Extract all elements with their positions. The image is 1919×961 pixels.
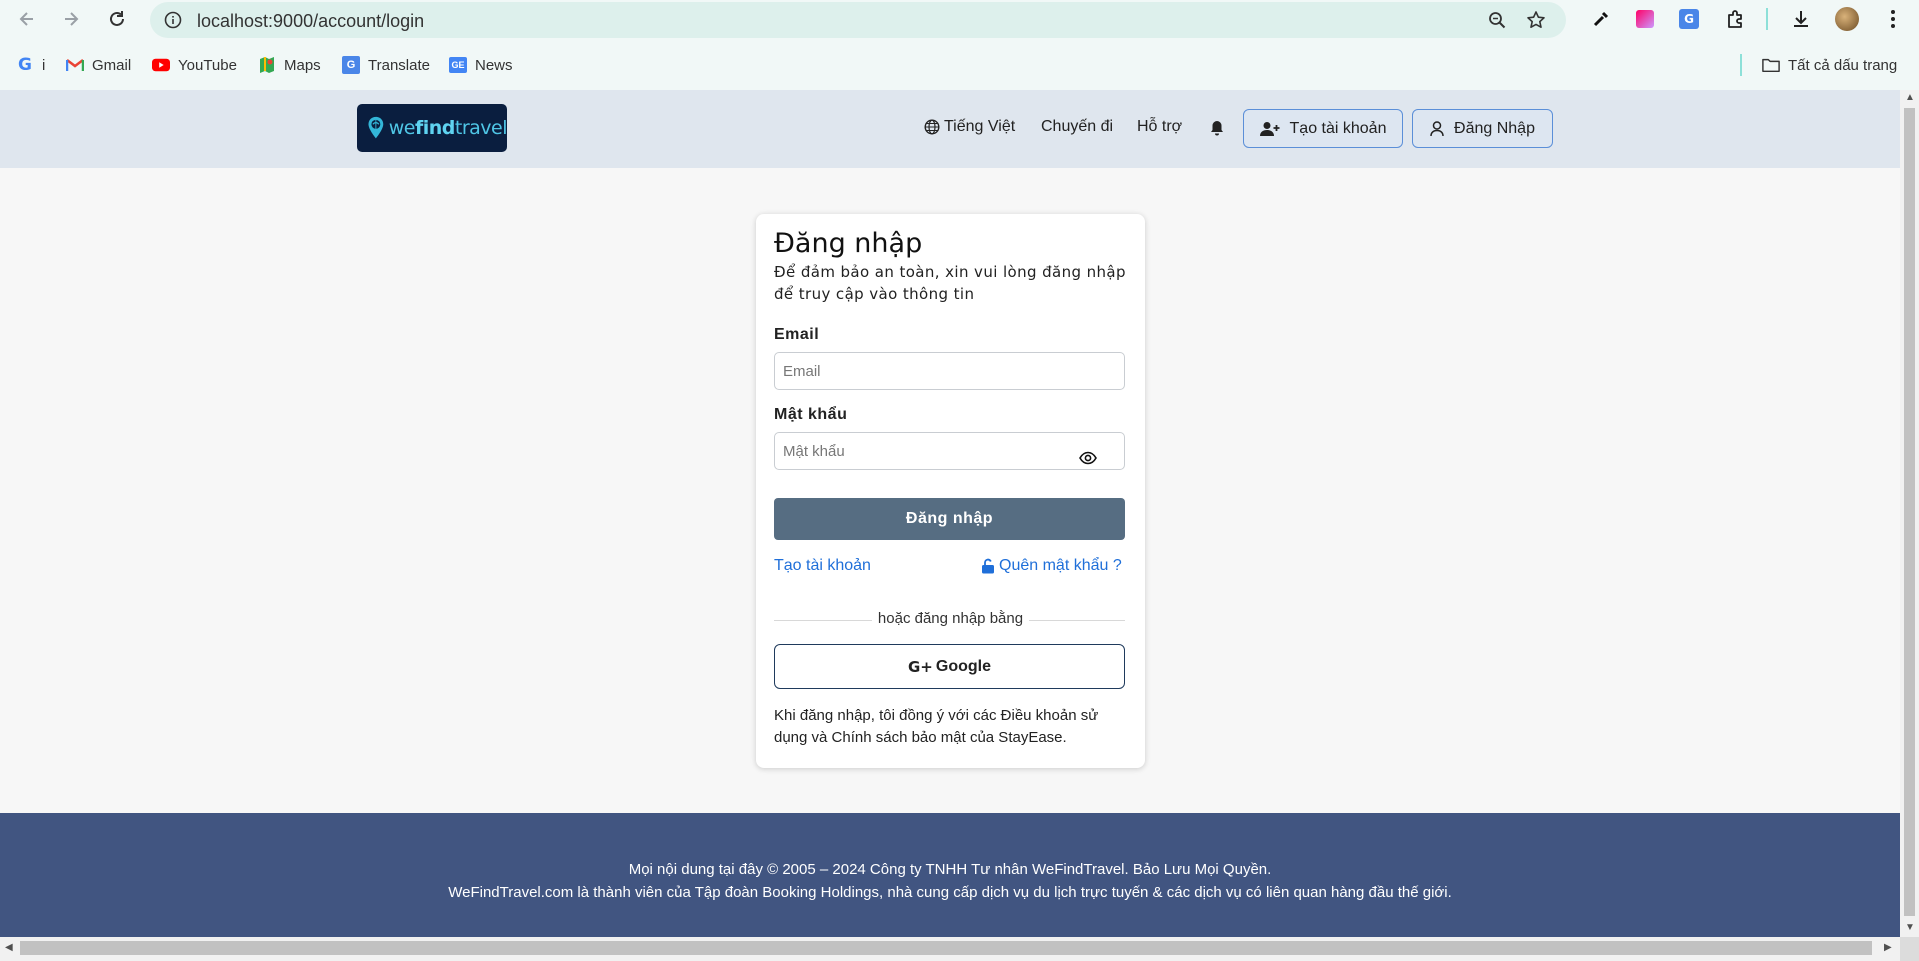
- horizontal-scroll-thumb[interactable]: [20, 941, 1872, 955]
- scroll-left-arrow-icon[interactable]: ◀: [5, 942, 13, 953]
- browser-toolbar: localhost:9000/account/login G: [0, 0, 1919, 38]
- footer-membership: WeFindTravel.com là thành viên của Tập đ…: [448, 884, 1452, 901]
- news-icon: GE: [449, 56, 467, 74]
- translate-icon: G: [342, 56, 360, 74]
- bookmark-maps[interactable]: Maps: [258, 54, 321, 76]
- nav-support[interactable]: Hỗ trợ: [1137, 118, 1182, 136]
- bookmark-label: i: [42, 56, 46, 74]
- horizontal-scrollbar[interactable]: ◀ ▶: [0, 937, 1900, 961]
- url-text[interactable]: localhost:9000/account/login: [197, 11, 424, 32]
- login-label: Đăng Nhập: [1454, 119, 1535, 137]
- forgot-password-link[interactable]: Quên mật khẩu ?: [981, 557, 1122, 575]
- bookmark-news[interactable]: GE News: [449, 54, 513, 76]
- login-button[interactable]: Đăng Nhập: [1412, 109, 1553, 148]
- divider-text: hoặc đăng nhập bằng: [756, 610, 1145, 627]
- email-label: Email: [774, 326, 820, 343]
- star-icon[interactable]: [1525, 9, 1547, 31]
- vertical-scroll-thumb[interactable]: [1904, 108, 1915, 916]
- language-selector[interactable]: Tiếng Việt: [924, 118, 1015, 136]
- folder-icon: [1762, 56, 1780, 74]
- gmail-icon: [66, 56, 84, 74]
- scroll-down-arrow-icon[interactable]: ▼: [1905, 922, 1915, 933]
- toolbar-divider: [1766, 8, 1768, 30]
- footer-copyright: Mọi nội dung tại đây © 2005 – 2024 Công …: [628, 861, 1272, 878]
- submit-login-button[interactable]: Đăng nhập: [774, 498, 1125, 540]
- bookmark-youtube[interactable]: YouTube: [152, 54, 237, 76]
- globe-icon: [924, 119, 940, 135]
- email-field[interactable]: [774, 352, 1125, 390]
- bookmark-label: Gmail: [92, 56, 132, 74]
- download-icon[interactable]: [1788, 6, 1814, 32]
- vertical-scrollbar[interactable]: ▲ ▼: [1900, 90, 1919, 937]
- unlock-icon: [982, 558, 994, 574]
- google-login-button[interactable]: G+ Google: [774, 644, 1125, 689]
- google-icon: G: [18, 55, 32, 75]
- create-account-link[interactable]: Tạo tài khoản: [774, 557, 871, 575]
- password-label: Mật khẩu: [774, 406, 848, 423]
- location-pin-icon: [368, 116, 384, 139]
- wefindtravel-logo[interactable]: wefindtravel: [357, 104, 508, 152]
- bookmark-translate[interactable]: G Translate: [342, 54, 430, 76]
- maps-icon: [258, 56, 276, 74]
- terms-text: Khi đăng nhập, tôi đồng ý với các Điều k…: [774, 707, 1099, 746]
- forgot-password-label: Quên mật khẩu ?: [999, 557, 1122, 574]
- site-info-icon[interactable]: [162, 9, 184, 31]
- nav-support-label: Hỗ trợ: [1137, 118, 1183, 135]
- google-plus-icon: G+: [908, 657, 933, 676]
- scroll-up-arrow-icon[interactable]: ▲: [1905, 92, 1915, 103]
- youtube-icon: [152, 56, 170, 74]
- nav-trips[interactable]: Chuyến đi: [1041, 118, 1113, 136]
- google-translate-ext-icon[interactable]: G: [1676, 6, 1702, 32]
- create-account-button[interactable]: Tạo tài khoản: [1243, 109, 1403, 148]
- site-header: wefindtravel Tiếng Việt Chuyến đi Hỗ trợ…: [0, 90, 1900, 168]
- login-title: Đăng nhập: [774, 228, 923, 259]
- bell-icon[interactable]: [1210, 120, 1224, 136]
- password-field[interactable]: [774, 432, 1125, 470]
- bookmark-label: Maps: [284, 56, 321, 74]
- scrollbar-corner: [1900, 937, 1919, 961]
- create-account-label: Tạo tài khoản: [1289, 119, 1387, 137]
- profile-avatar-icon[interactable]: [1834, 6, 1860, 32]
- show-password-eye-icon[interactable]: [1076, 446, 1100, 470]
- back-icon[interactable]: [14, 6, 40, 32]
- nav-trips-label: Chuyến đi: [1041, 118, 1114, 135]
- bookmark-gmail[interactable]: Gmail: [66, 54, 131, 76]
- zoom-icon[interactable]: [1486, 9, 1508, 31]
- eyedropper-icon[interactable]: [1588, 6, 1614, 32]
- bookmarks-bar: G i Gmail YouTube Maps G Translate GE Ne…: [0, 38, 1919, 90]
- all-bookmarks-label: Tất cả dấu trang: [1788, 56, 1898, 74]
- bookmark-label: YouTube: [178, 56, 237, 74]
- login-card: Đăng nhập Để đảm bảo an toàn, xin vui lò…: [756, 214, 1145, 768]
- site-footer: Mọi nội dung tại đây © 2005 – 2024 Công …: [0, 813, 1900, 937]
- forward-icon[interactable]: [58, 6, 84, 32]
- bookmark-label: Translate: [368, 56, 430, 74]
- user-plus-icon: [1259, 121, 1280, 136]
- reload-icon[interactable]: [104, 6, 130, 32]
- logo-text: wefindtravel: [388, 117, 508, 139]
- scroll-right-arrow-icon[interactable]: ▶: [1884, 942, 1892, 953]
- bookmark-label: News: [475, 56, 513, 74]
- google-button-label: Google: [935, 657, 991, 675]
- bookmark-google[interactable]: G i: [16, 54, 45, 76]
- address-bar[interactable]: localhost:9000/account/login: [150, 2, 1566, 38]
- language-label: Tiếng Việt: [944, 118, 1016, 135]
- menu-kebab-icon[interactable]: [1880, 6, 1906, 32]
- extensions-puzzle-icon[interactable]: [1722, 6, 1748, 32]
- user-icon: [1430, 120, 1444, 136]
- extension-color-icon[interactable]: [1632, 6, 1658, 32]
- bookmarks-divider: [1740, 54, 1742, 76]
- all-bookmarks[interactable]: Tất cả dấu trang: [1762, 54, 1897, 76]
- login-subtitle: Để đảm bảo an toàn, xin vui lòng đăng nh…: [774, 263, 1126, 303]
